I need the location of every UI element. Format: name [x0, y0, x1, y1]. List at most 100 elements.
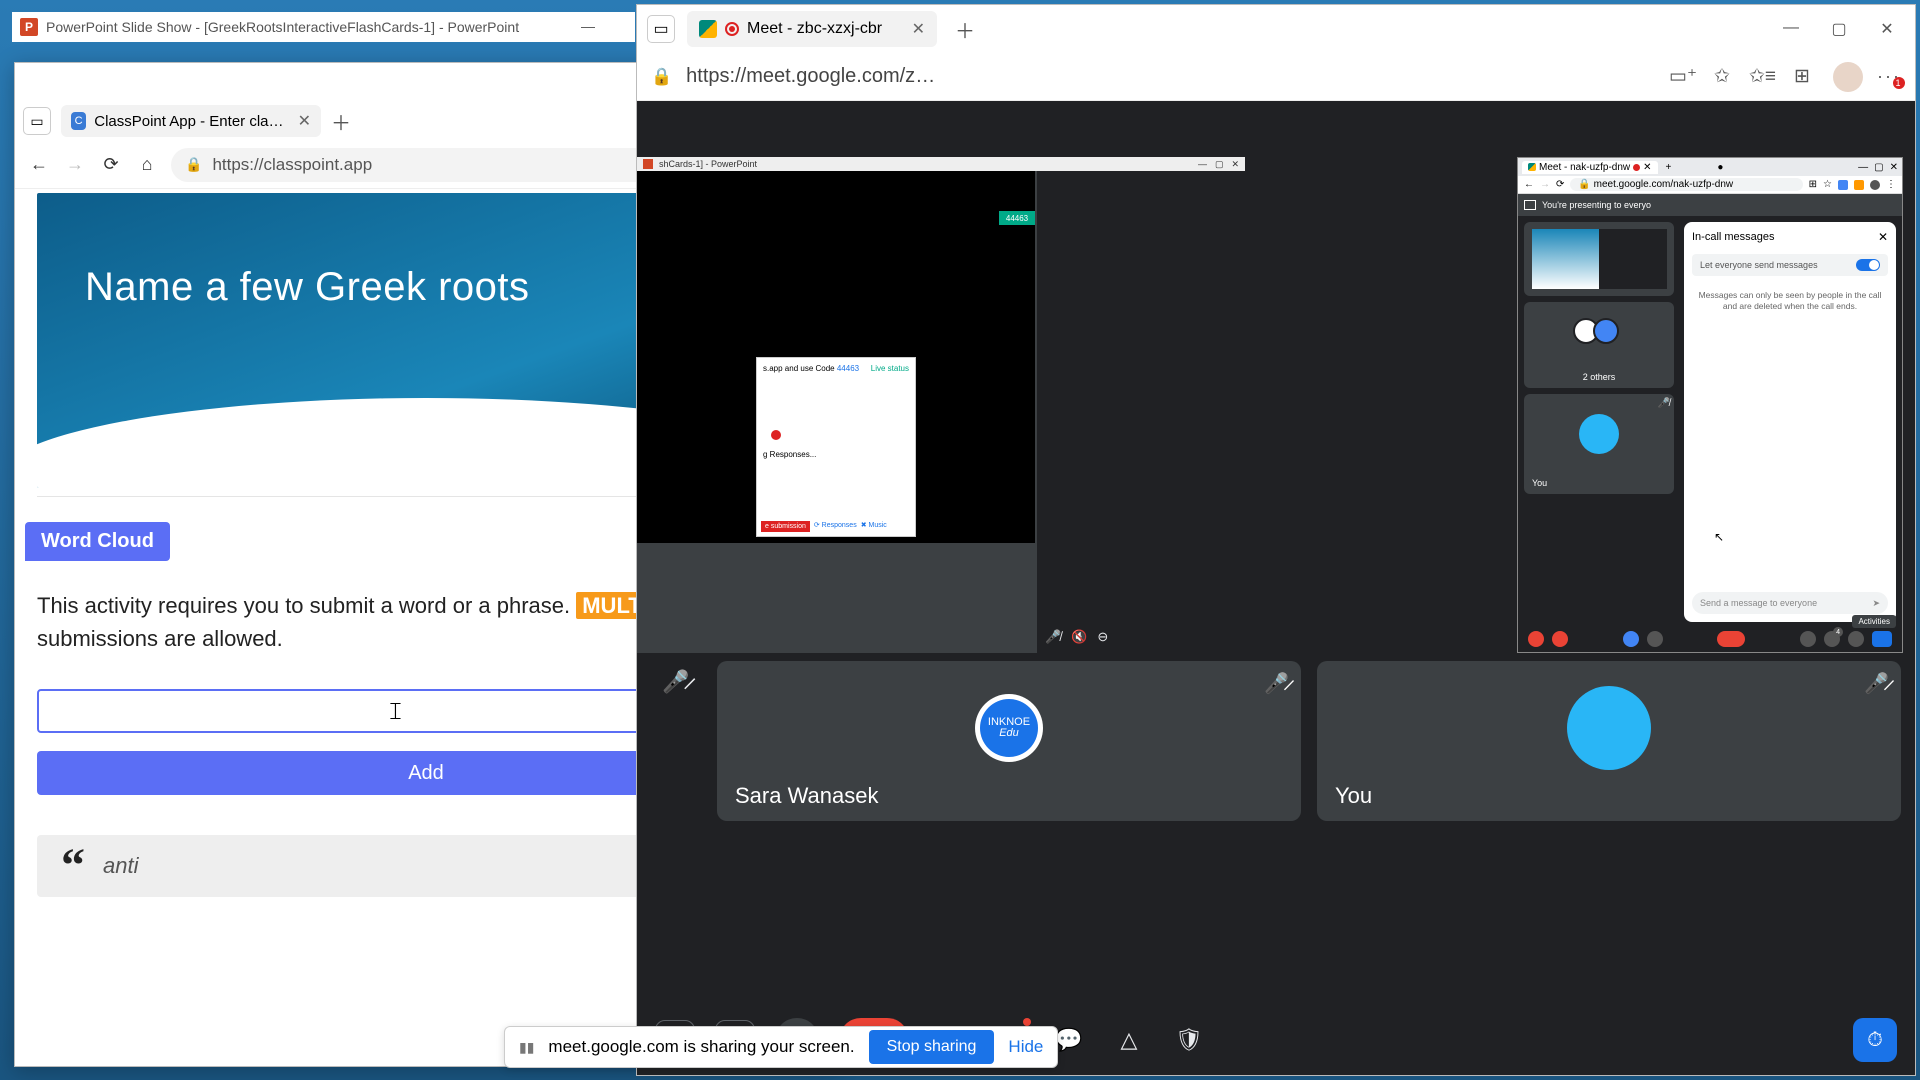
nested-url[interactable]: 🔒 meet.google.com/nak-uzfp-dnw — [1570, 178, 1802, 191]
recording-dot-icon: ● — [1717, 162, 1723, 173]
powerpoint-titlebar: P PowerPoint Slide Show - [GreekRootsInt… — [12, 12, 635, 42]
nested-browser-window: Meet - nak-uzfp-dnw ✕ + ● —▢✕ ← → ⟳ 🔒 me… — [1517, 157, 1903, 653]
self-tile[interactable]: 🎤̸ You — [1524, 394, 1674, 494]
mic-muted-icon: 🎤̸ — [1658, 398, 1670, 409]
tab-label: Meet - zbc-xzxj-cbr — [747, 20, 882, 38]
participant-name: You — [1335, 783, 1372, 809]
settings-menu-button[interactable]: ··· — [1877, 66, 1901, 87]
participant-tile-you[interactable]: 🎤̷ You — [1317, 661, 1901, 821]
minimize-button[interactable]: — — [1773, 19, 1809, 39]
url-text[interactable]: https://meet.google.com/zbc-xz... — [686, 65, 946, 88]
meet-browser-window: ▭ Meet - zbc-xzxj-cbr ✕ ＋ — ▢ ✕ 🔒 https:… — [636, 4, 1916, 1076]
forward-button[interactable]: → — [63, 154, 87, 175]
lock-icon: 🔒 — [651, 67, 672, 87]
tab-actions-button[interactable]: ▭ — [23, 107, 51, 135]
recording-indicator-icon — [725, 22, 739, 36]
minimize-icon[interactable]: — — [581, 18, 595, 34]
info-button[interactable] — [1800, 631, 1816, 647]
chat-title: In-call messages — [1692, 231, 1775, 243]
present-button[interactable] — [1623, 631, 1639, 647]
new-tab-button[interactable]: ＋ — [331, 107, 351, 136]
host-tools-button[interactable]: ⏱ — [1853, 1018, 1897, 1062]
profile-icon[interactable] — [1870, 180, 1880, 190]
text-cursor-icon: 𝙸 — [387, 699, 404, 726]
mic-button[interactable] — [1528, 631, 1544, 647]
classpoint-toolbar: s.app and use Code 44463 Live status g R… — [756, 357, 916, 537]
people-button[interactable] — [1824, 631, 1840, 647]
tab-close-icon[interactable]: ✕ — [1643, 162, 1651, 173]
forward-icon[interactable]: → — [1540, 179, 1550, 190]
mic-muted-icon: 🎤̷ — [662, 669, 689, 695]
chat-input[interactable]: Send a message to everyone ➤ — [1692, 592, 1888, 614]
powerpoint-icon — [643, 159, 653, 169]
do-not-disturb-icon: ⊖ — [1097, 629, 1108, 645]
hide-banner-button[interactable]: Hide — [1008, 1037, 1043, 1057]
submitted-word: anti — [103, 853, 138, 879]
participants-tile[interactable]: 2 others — [1524, 302, 1674, 388]
tab-close-icon[interactable]: ✕ — [298, 111, 311, 131]
participant-name: Sara Wanasek — [735, 783, 878, 809]
powerpoint-title: PowerPoint Slide Show - [GreekRootsInter… — [46, 19, 519, 35]
address-bar[interactable]: 🔒 https://classpoint.app ✩ — [171, 148, 677, 182]
presenting-banner: You're presenting to everyo — [1518, 194, 1902, 216]
close-button[interactable]: ✕ — [1869, 19, 1905, 39]
presentation-thumbnail[interactable] — [1524, 222, 1674, 296]
extension-icon[interactable] — [1854, 180, 1864, 190]
tab-meet[interactable]: Meet - zbc-xzxj-cbr ✕ — [687, 11, 937, 47]
activities-button[interactable] — [1872, 631, 1892, 647]
avatar-sara: INKNOEEdu — [975, 694, 1043, 762]
extension-icon[interactable] — [1838, 180, 1848, 190]
tab-label: ClassPoint App - Enter class code — [94, 113, 285, 130]
screen-share-banner: ▮▮ meet.google.com is sharing your scree… — [504, 1026, 1058, 1068]
favorites-list-icon[interactable]: ✩≡ — [1749, 65, 1775, 88]
new-tab-button[interactable]: + — [1666, 162, 1672, 173]
back-button[interactable]: ← — [27, 154, 51, 175]
avatar-you — [1567, 686, 1651, 770]
participant-tile-sara[interactable]: 🎤̷ INKNOEEdu Sara Wanasek — [717, 661, 1301, 821]
shared-slide-area: 44463 s.app and use Code 44463 Live stat… — [637, 171, 1035, 543]
mic-muted-icon: 🎤̷ — [1264, 671, 1289, 696]
hangup-button[interactable] — [1717, 631, 1745, 647]
refresh-button[interactable]: ⟳ — [99, 154, 123, 175]
lock-icon: 🔒 — [185, 156, 202, 173]
chat-permission-toggle[interactable] — [1856, 259, 1880, 271]
inner-window-title: shCards-1] - PowerPoint — [659, 159, 757, 169]
slide-prompt: Name a few Greek roots — [85, 265, 530, 310]
tab-close-icon[interactable]: ✕ — [912, 19, 925, 39]
camera-button[interactable] — [1552, 631, 1568, 647]
meet-stage: shCards-1] - PowerPoint —▢✕ 44463 s.app … — [637, 101, 1915, 1075]
collections-icon[interactable]: ⊞ — [1789, 65, 1815, 88]
chat-panel: In-call messages ✕ Let everyone send mes… — [1684, 222, 1896, 622]
mic-muted-icon: 🎤̷ — [1864, 671, 1889, 696]
pause-icon[interactable]: ▮▮ — [519, 1039, 534, 1056]
classpoint-favicon-icon: C — [71, 112, 86, 130]
activities-tooltip: Activities — [1852, 615, 1896, 628]
send-icon[interactable]: ➤ — [1872, 598, 1880, 609]
profile-avatar[interactable] — [1833, 62, 1863, 92]
recording-dot-icon — [771, 430, 781, 440]
more-button[interactable] — [1647, 631, 1663, 647]
favorite-icon[interactable]: ✩ — [1709, 65, 1735, 88]
tab-actions-button[interactable]: ▭ — [647, 15, 675, 43]
nested-tab-meet[interactable]: Meet - nak-uzfp-dnw ✕ — [1522, 161, 1658, 174]
refresh-icon[interactable]: ⟳ — [1556, 179, 1564, 190]
new-tab-button[interactable]: ＋ — [955, 15, 975, 44]
camera-permission-icon[interactable]: ▭⁺ — [1669, 65, 1695, 88]
close-chat-icon[interactable]: ✕ — [1878, 230, 1888, 244]
activities-button[interactable]: △ — [1109, 1020, 1149, 1060]
chat-note: Messages can only be seen by people in t… — [1692, 290, 1888, 312]
shared-screen-preview: shCards-1] - PowerPoint —▢✕ 44463 s.app … — [637, 157, 1245, 653]
chat-permission-toggle-row: Let everyone send messages — [1692, 254, 1888, 276]
host-controls-button[interactable]: 🛡 — [1169, 1020, 1209, 1060]
chat-button[interactable] — [1848, 631, 1864, 647]
home-button[interactable]: ⌂ — [135, 154, 159, 175]
back-icon[interactable]: ← — [1524, 179, 1534, 190]
meet-favicon-icon — [699, 20, 717, 38]
activity-type-badge: Word Cloud — [25, 522, 170, 561]
stop-sharing-button[interactable]: Stop sharing — [869, 1030, 995, 1064]
volume-muted-icon: 🔇 — [1071, 629, 1087, 645]
mouse-cursor-icon: ↖ — [1714, 530, 1724, 544]
maximize-button[interactable]: ▢ — [1821, 19, 1857, 39]
tab-classpoint[interactable]: C ClassPoint App - Enter class code ✕ — [61, 105, 321, 137]
menu-icon[interactable]: ⋮ — [1886, 179, 1896, 190]
